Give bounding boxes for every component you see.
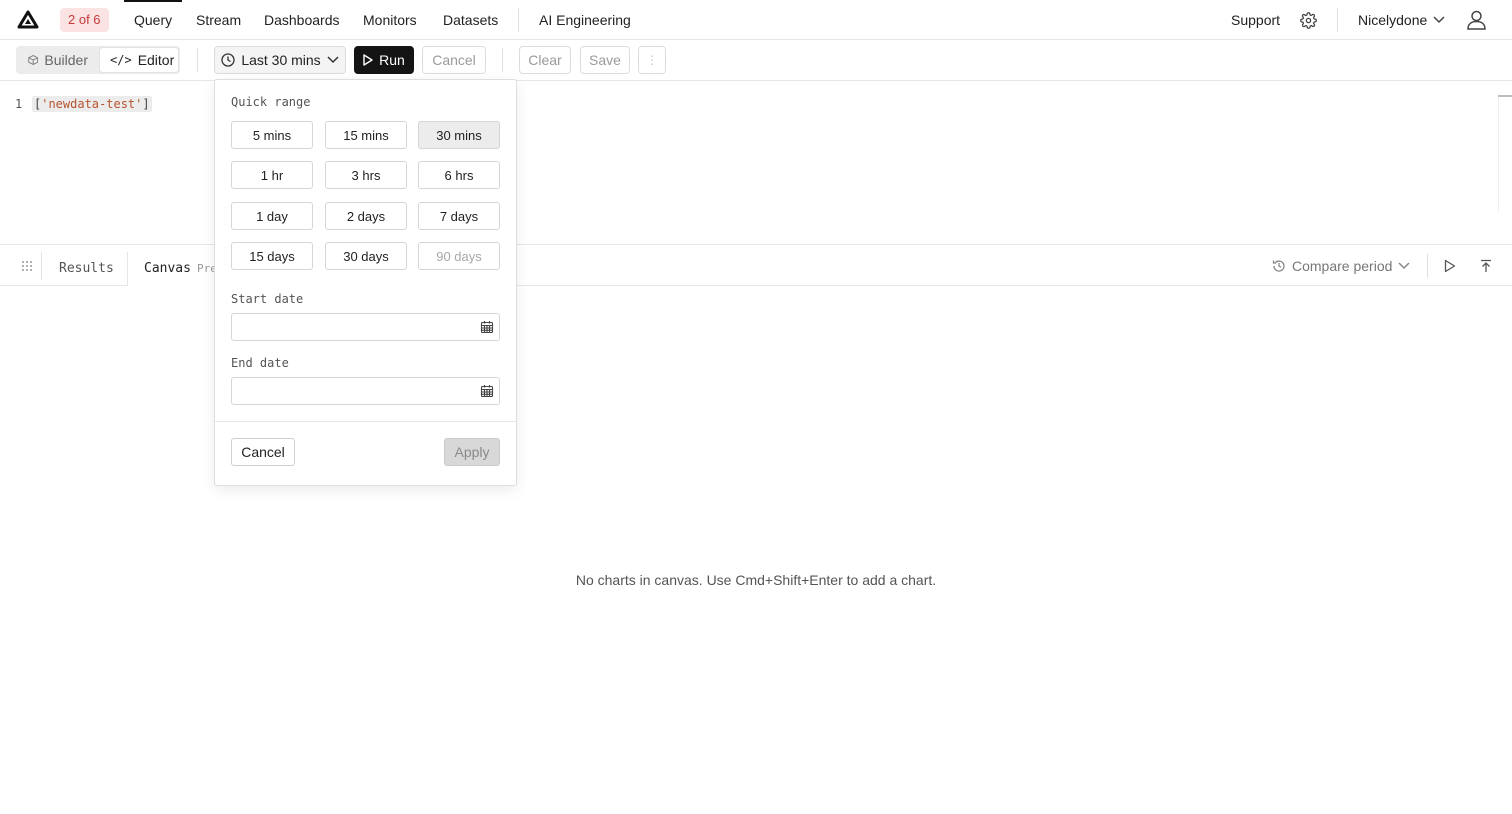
run-button[interactable]: Run xyxy=(354,46,414,74)
quick-range-30-days[interactable]: 30 days xyxy=(325,242,407,270)
user-icon[interactable] xyxy=(1467,10,1486,30)
editor-scroll-marker[interactable] xyxy=(1498,95,1512,97)
cube-icon xyxy=(28,55,39,65)
end-date-input[interactable] xyxy=(231,377,500,405)
quick-range-90-days: 90 days xyxy=(418,242,500,270)
tab-results[interactable]: Results xyxy=(43,252,130,286)
nav-tab-query[interactable]: Query xyxy=(124,0,183,40)
app-logo-icon[interactable] xyxy=(17,10,39,30)
support-link[interactable]: Support xyxy=(1231,0,1280,40)
code-string: 'newdata-test' xyxy=(41,97,143,111)
history-icon xyxy=(1272,260,1285,272)
more-options-button[interactable]: ⋮ xyxy=(638,46,666,74)
gear-icon[interactable] xyxy=(1300,12,1317,29)
page-count-badge[interactable]: 2 of 6 xyxy=(60,8,109,32)
cancel-query-button[interactable]: Cancel xyxy=(422,46,486,74)
chevron-down-icon xyxy=(327,56,339,64)
chevron-down-icon xyxy=(1398,262,1410,270)
line-number: 1 xyxy=(15,97,23,111)
toolbar-divider xyxy=(502,48,503,72)
top-nav: 2 of 6 Query Stream Dashboards Monitors … xyxy=(0,0,1512,40)
quick-range-7-days[interactable]: 7 days xyxy=(418,202,500,230)
quick-range-5-mins[interactable]: 5 mins xyxy=(231,121,313,149)
compare-period-button[interactable]: Compare period xyxy=(1272,256,1410,276)
more-dots-icon: ⋮ xyxy=(646,53,658,67)
org-switcher[interactable]: Nicelydone xyxy=(1358,0,1427,40)
nav-divider xyxy=(1337,8,1338,32)
calendar-icon[interactable] xyxy=(480,320,494,334)
compare-period-label: Compare period xyxy=(1292,258,1393,274)
save-label: Save xyxy=(589,52,621,68)
quick-range-1-day[interactable]: 1 day xyxy=(231,202,313,230)
tab-results-label: Results xyxy=(59,261,114,276)
nav-tab-monitors[interactable]: Monitors xyxy=(363,0,417,40)
time-range-label: Last 30 mins xyxy=(241,52,321,68)
nav-tab-ai-engineering[interactable]: AI Engineering xyxy=(539,0,631,40)
code-line[interactable]: ['newdata-test'] xyxy=(32,96,152,112)
quick-range-15-mins[interactable]: 15 mins xyxy=(325,121,407,149)
quick-range-15-days[interactable]: 15 days xyxy=(231,242,313,270)
tab-canvas[interactable]: CanvasPreview xyxy=(127,252,217,286)
end-date-label: End date xyxy=(231,356,289,370)
results-bar-divider xyxy=(1427,254,1428,278)
builder-label: Builder xyxy=(44,52,88,68)
mode-toggle: Builder </> Editor xyxy=(16,46,180,74)
query-toolbar: Builder </> Editor Last 30 mins Run Canc… xyxy=(0,40,1512,81)
time-range-button[interactable]: Last 30 mins xyxy=(214,46,346,74)
nav-divider xyxy=(518,8,519,32)
builder-button[interactable]: Builder xyxy=(18,48,98,72)
save-button[interactable]: Save xyxy=(580,46,630,74)
quick-range-6-hrs[interactable]: 6 hrs xyxy=(418,161,500,189)
time-range-popover: Quick range 5 mins 15 mins 30 mins 1 hr … xyxy=(214,79,517,486)
editor-label: Editor xyxy=(137,52,175,68)
code-icon: </> xyxy=(110,53,132,67)
code-bracket-close: ] xyxy=(142,97,150,111)
play-icon xyxy=(363,54,373,66)
drag-handle-icon[interactable] xyxy=(12,252,42,280)
chevron-down-icon[interactable] xyxy=(1433,15,1445,25)
quick-range-label: Quick range xyxy=(231,95,311,109)
quick-range-30-mins[interactable]: 30 mins xyxy=(418,121,500,149)
nav-tab-datasets[interactable]: Datasets xyxy=(443,0,498,40)
clock-icon xyxy=(221,53,235,67)
tab-canvas-label: Canvas xyxy=(144,261,191,276)
canvas-empty-message: No charts in canvas. Use Cmd+Shift+Enter… xyxy=(575,572,937,588)
quick-range-1-hr[interactable]: 1 hr xyxy=(231,161,313,189)
start-date-input[interactable] xyxy=(231,313,500,341)
clear-label: Clear xyxy=(528,52,562,68)
nav-tab-dashboards[interactable]: Dashboards xyxy=(264,0,340,40)
clear-button[interactable]: Clear xyxy=(519,46,571,74)
quick-range-3-hrs[interactable]: 3 hrs xyxy=(325,161,407,189)
popover-divider xyxy=(215,421,516,422)
collapse-to-top-icon[interactable] xyxy=(1476,256,1496,276)
cancel-query-label: Cancel xyxy=(432,52,476,68)
editor-scrollbar-track xyxy=(1498,93,1499,213)
editor-button[interactable]: </> Editor xyxy=(100,48,178,72)
apply-button[interactable]: Apply xyxy=(444,438,500,466)
start-date-label: Start date xyxy=(231,292,304,306)
popover-cancel-button[interactable]: Cancel xyxy=(231,438,295,466)
nav-tab-stream[interactable]: Stream xyxy=(196,0,241,40)
toolbar-divider xyxy=(197,48,198,72)
calendar-icon[interactable] xyxy=(480,384,494,398)
play-icon[interactable] xyxy=(1440,256,1460,276)
quick-range-2-days[interactable]: 2 days xyxy=(325,202,407,230)
run-label: Run xyxy=(379,52,405,68)
